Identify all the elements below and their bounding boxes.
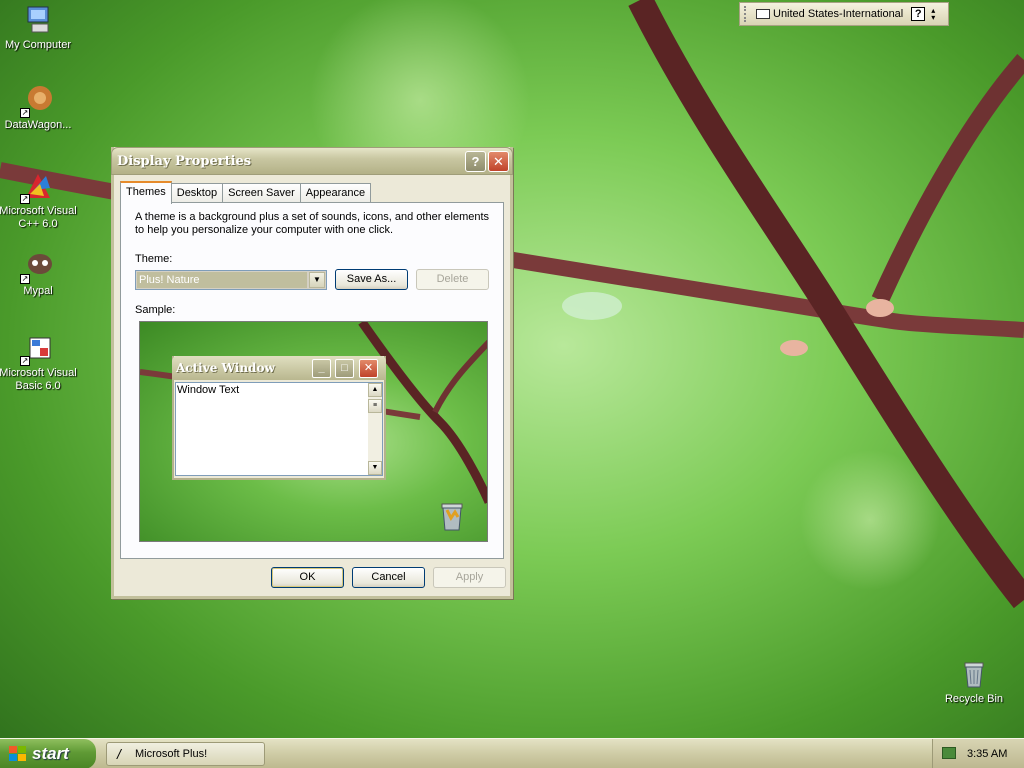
desktop-icon-label: Mypal: [23, 285, 53, 297]
minimize-icon: _: [312, 359, 331, 378]
mypal-icon: ↗: [20, 250, 54, 284]
tab-themes[interactable]: Themes: [120, 181, 172, 204]
keyboard-icon: [756, 9, 770, 19]
langbar-options-icon[interactable]: ▴ ▾: [931, 7, 935, 22]
visual-cpp-icon: ↗: [20, 170, 54, 204]
taskbar-item-microsoft-plus[interactable]: / Microsoft Plus!: [106, 742, 265, 766]
desktop-icon-label: Microsoft Visual C++ 6.0: [0, 205, 77, 230]
shortcut-arrow-icon: ↗: [20, 356, 30, 366]
preview-window-body: Window Text ▲ ≡ ▼: [175, 382, 383, 476]
preview-titlebar: Active Window _ □ ✕: [172, 356, 386, 380]
preview-active-window: Active Window _ □ ✕ Window Text ▲ ≡ ▼: [172, 356, 386, 480]
microsoft-plus-icon: /: [117, 746, 121, 762]
tab-appearance[interactable]: Appearance: [299, 183, 372, 203]
tab-desktop[interactable]: Desktop: [170, 183, 224, 203]
help-icon[interactable]: ?: [911, 7, 926, 21]
desktop-icon-label: Recycle Bin: [944, 693, 1004, 705]
preview-recycle-bin-icon: [441, 503, 463, 531]
theme-dropdown[interactable]: Plus! Nature ▼: [135, 270, 327, 290]
desktop-icon-datawagon[interactable]: ↗ DataWagon...: [0, 84, 78, 132]
scroll-thumb: ≡: [368, 399, 382, 413]
theme-dropdown-value[interactable]: Plus! Nature: [137, 272, 307, 288]
recycle-bin-icon: [958, 658, 990, 690]
system-tray: 3:35 AM: [932, 739, 1024, 768]
taskbar-item-label: Microsoft Plus!: [135, 748, 208, 760]
windows-logo-icon: [9, 746, 26, 761]
tab-screen-saver[interactable]: Screen Saver: [222, 183, 301, 203]
start-button[interactable]: start: [0, 739, 96, 768]
sample-label: Sample:: [135, 304, 176, 316]
shortcut-arrow-icon: ↗: [20, 274, 30, 284]
display-properties-dialog: Display Properties ? ✕ Themes Desktop Sc…: [111, 147, 513, 599]
apply-button[interactable]: Apply: [433, 567, 506, 588]
delete-button[interactable]: Delete: [416, 269, 489, 290]
maximize-icon: □: [335, 359, 354, 378]
theme-description: A theme is a background plus a set of so…: [135, 211, 490, 236]
tray-network-icon[interactable]: [942, 747, 956, 759]
help-button[interactable]: ?: [465, 151, 486, 172]
desktop-icon-mypal[interactable]: ↗ Mypal: [0, 250, 78, 298]
preview-window-text: Window Text: [177, 384, 240, 396]
dialog-title: Display Properties: [117, 154, 252, 169]
start-label: start: [32, 744, 69, 763]
shortcut-arrow-icon: ↗: [20, 194, 30, 204]
datawagon-icon: ↗: [20, 84, 54, 118]
close-button[interactable]: ✕: [488, 151, 509, 172]
scroll-up-icon: ▲: [368, 383, 382, 397]
language-bar[interactable]: United States-International ? ▴ ▾: [739, 2, 949, 26]
themes-panel: A theme is a background plus a set of so…: [120, 202, 504, 559]
visual-basic-icon: ↗: [20, 332, 54, 366]
close-icon: ✕: [359, 359, 378, 378]
desktop-icon-recycle-bin[interactable]: Recycle Bin: [934, 658, 1014, 706]
desktop-icon-label: DataWagon...: [4, 119, 72, 131]
theme-preview: Active Window _ □ ✕ Window Text ▲ ≡ ▼: [139, 321, 488, 542]
dialog-titlebar[interactable]: Display Properties ? ✕: [111, 147, 513, 175]
taskbar: start / Microsoft Plus! 3:35 AM: [0, 738, 1024, 768]
language-label[interactable]: United States-International: [773, 8, 903, 20]
tab-strip: Themes Desktop Screen Saver Appearance: [120, 181, 372, 204]
clock[interactable]: 3:35 AM: [967, 748, 1007, 760]
desktop-icon-label: Microsoft Visual Basic 6.0: [0, 367, 77, 392]
desktop-icon-visual-cpp[interactable]: ↗ Microsoft Visual C++ 6.0: [0, 170, 78, 231]
preview-window-title: Active Window: [176, 361, 275, 375]
save-as-button[interactable]: Save As...: [335, 269, 408, 290]
theme-label: Theme:: [135, 253, 173, 265]
desktop-icon-label: My Computer: [4, 39, 72, 51]
langbar-grip[interactable]: [744, 6, 748, 22]
ok-button[interactable]: OK: [271, 567, 344, 588]
computer-icon: [22, 4, 54, 36]
preview-scrollbar: ▲ ≡ ▼: [368, 383, 382, 475]
cancel-button[interactable]: Cancel: [352, 567, 425, 588]
desktop-icon-visual-basic[interactable]: ↗ Microsoft Visual Basic 6.0: [0, 332, 78, 393]
shortcut-arrow-icon: ↗: [20, 108, 30, 118]
chevron-down-icon[interactable]: ▼: [309, 272, 325, 288]
scroll-down-icon: ▼: [368, 461, 382, 475]
desktop-icon-my-computer[interactable]: My Computer: [0, 4, 78, 52]
